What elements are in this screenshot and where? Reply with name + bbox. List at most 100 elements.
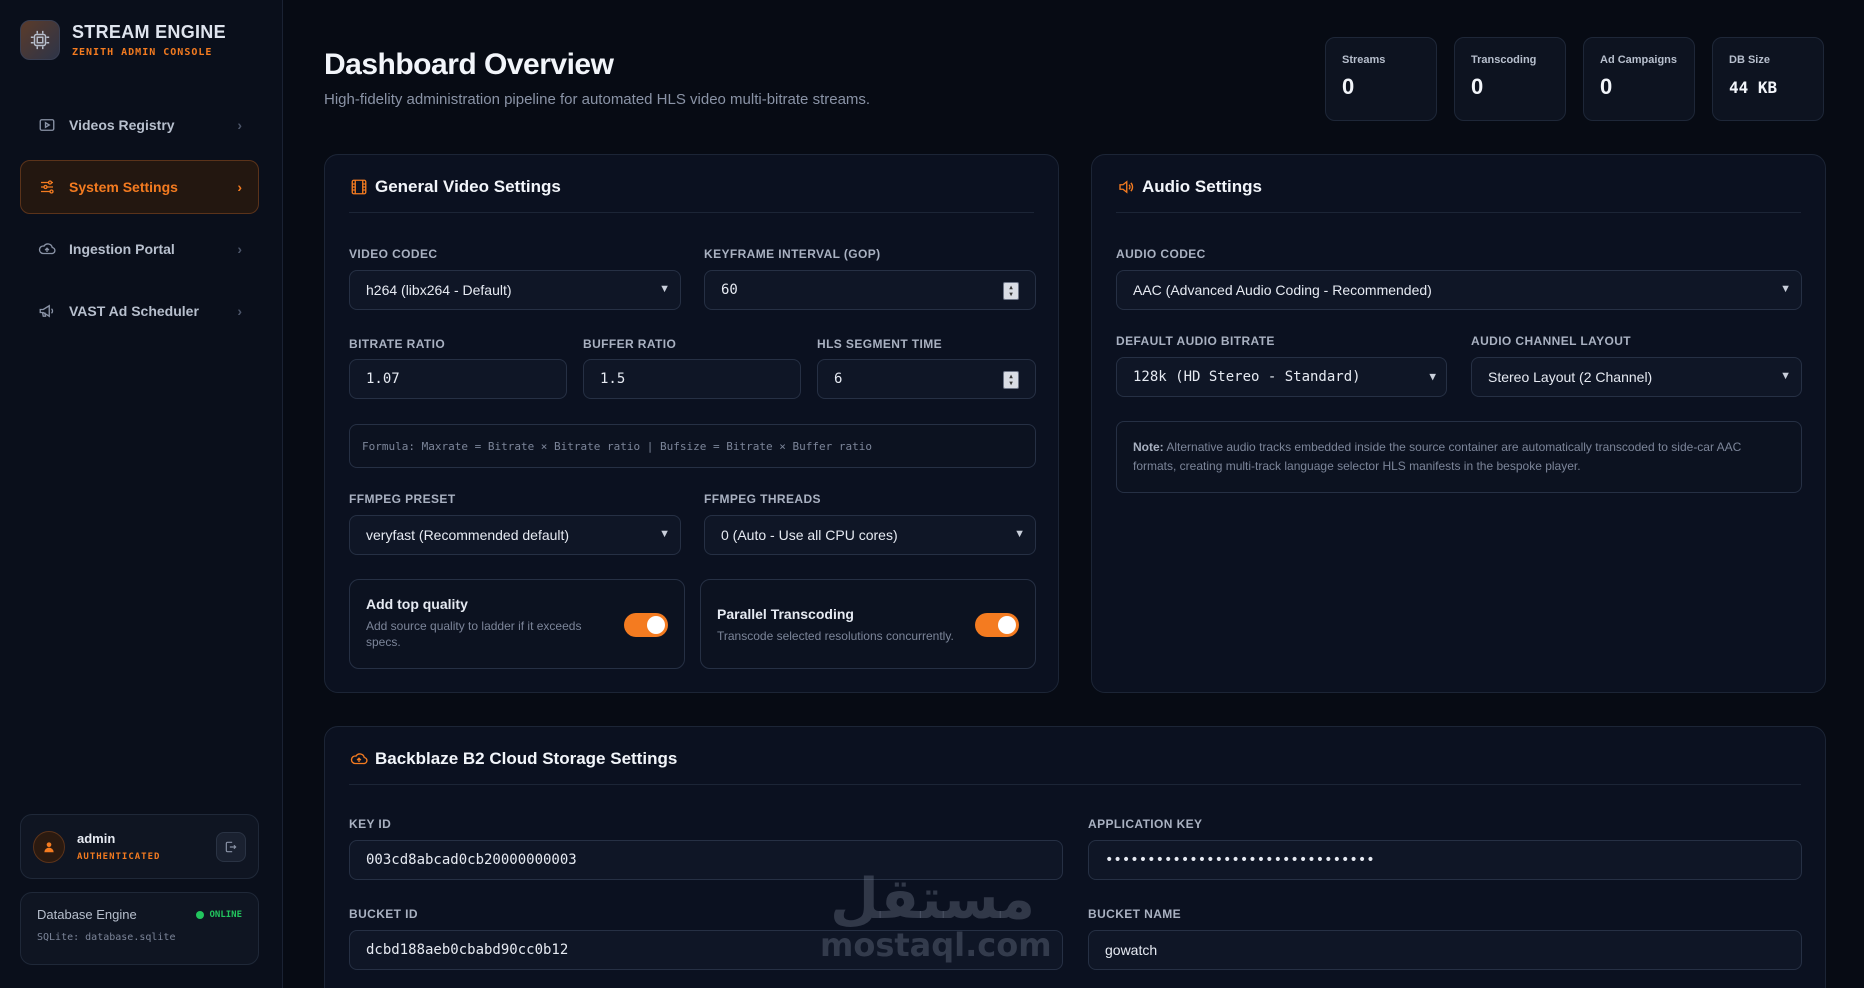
hls-segment-input[interactable]: 6 ▲ ▼ [817,359,1036,399]
input-value: dcbd188aeb0cbabd90cc0b12 [366,942,569,958]
input-value: 6 [834,371,843,387]
note-label: Note: [1133,440,1164,454]
audio-bitrate-select[interactable]: 128k (HD Stereo - Standard) ▼ [1116,357,1447,397]
parallel-transcoding-toggle[interactable] [975,613,1019,637]
select-value: Stereo Layout (2 Channel) [1488,369,1653,385]
chevron-down-icon: ▼ [1780,370,1791,382]
stat-ad-campaigns: Ad Campaigns 0 [1583,37,1695,121]
brand[interactable]: STREAM ENGINE ZENITH ADMIN CONSOLE [20,20,226,60]
sidebar-item-label: System Settings [69,179,178,195]
brand-subtitle: ZENITH ADMIN CONSOLE [72,47,213,58]
bitrate-ratio-label: BITRATE RATIO [349,337,446,351]
sidebar-item-label: Videos Registry [69,117,175,133]
ffmpeg-threads-select[interactable]: 0 (Auto - Use all CPU cores) ▼ [704,515,1036,555]
status-dot-icon [196,910,205,919]
key-id-input[interactable]: 003cd8abcad0cb20000000003 [349,840,1063,880]
select-value: veryfast (Recommended default) [366,527,570,543]
database-status: ONLINE [209,909,242,920]
speaker-icon [1116,177,1136,197]
page-title: Dashboard Overview [324,48,614,81]
key-id-label: KEY ID [349,817,392,831]
user-card: admin AUTHENTICATED [20,814,259,879]
stat-streams: Streams 0 [1325,37,1437,121]
number-stepper[interactable]: ▲ ▼ [1003,282,1019,300]
stat-label: DB Size [1729,54,1770,66]
sidebar-item-system-settings[interactable]: System Settings › [20,160,259,214]
sidebar-item-vast-ad-scheduler[interactable]: VAST Ad Scheduler › [20,284,259,338]
chevron-right-icon: › [237,303,242,319]
ffmpeg-preset-label: FFMPEG PRESET [349,492,456,506]
chevron-down-icon: ▼ [659,528,670,540]
bucket-name-label: BUCKET NAME [1088,907,1182,921]
stat-value: 0 [1471,74,1484,99]
input-value: 1.07 [366,371,400,387]
logout-button[interactable] [216,832,246,862]
chevron-right-icon: › [237,179,242,195]
select-value: 0 (Auto - Use all CPU cores) [721,527,898,543]
chevron-down-icon: ▼ [1014,528,1025,540]
number-stepper[interactable]: ▲ ▼ [1003,371,1019,389]
user-status: AUTHENTICATED [77,852,161,862]
page-subtitle: High-fidelity administration pipeline fo… [324,91,871,108]
database-status-card: Database Engine ONLINE SQLite: database.… [20,892,259,965]
sidebar-item-videos-registry[interactable]: Videos Registry › [20,98,259,152]
audio-codec-select[interactable]: AAC (Advanced Audio Coding - Recommended… [1116,270,1802,310]
film-icon [349,177,369,197]
chip-icon [20,20,60,60]
audio-layout-select[interactable]: Stereo Layout (2 Channel) ▼ [1471,357,1802,397]
toggle-knob [647,616,665,634]
chevron-down-icon: ▼ [1780,283,1791,295]
sidebar-item-label: VAST Ad Scheduler [69,303,199,319]
stat-label: Transcoding [1471,54,1537,66]
storage-settings-card: Backblaze B2 Cloud Storage Settings KEY … [324,726,1826,988]
toggle-description: Transcode selected resolutions concurren… [717,629,954,643]
ffmpeg-threads-label: FFMPEG THREADS [704,492,821,506]
chevron-right-icon: › [237,241,242,257]
bucket-id-label: BUCKET ID [349,907,418,921]
chevron-down-icon: ▼ [659,283,670,295]
sidebar-item-ingestion-portal[interactable]: Ingestion Portal › [20,222,259,276]
input-value: •••••••••••••••••••••••••••••••• [1105,852,1375,868]
audio-layout-label: AUDIO CHANNEL LAYOUT [1471,334,1632,348]
input-value: gowatch [1105,942,1158,958]
buffer-ratio-label: BUFFER RATIO [583,337,677,351]
card-title: Backblaze B2 Cloud Storage Settings [375,749,678,768]
user-name: admin [77,831,116,846]
video-settings-card: General Video Settings VIDEO CODEC h264 … [324,154,1059,693]
select-value: AAC (Advanced Audio Coding - Recommended… [1133,282,1432,298]
add-top-quality-toggle[interactable] [624,613,668,637]
audio-note: Note: Alternative audio tracks embedded … [1116,421,1802,493]
audio-codec-label: AUDIO CODEC [1116,247,1206,261]
bucket-id-input[interactable]: dcbd188aeb0cbabd90cc0b12 [349,930,1063,970]
input-value: 003cd8abcad0cb20000000003 [366,852,577,868]
stat-label: Streams [1342,54,1386,66]
add-top-quality-card: Add top quality Add source quality to la… [349,579,685,669]
sidebar-nav: Videos Registry › System Settings › Inge… [20,98,259,346]
database-status-badge: ONLINE [196,910,242,920]
gop-input[interactable]: 60 ▲ ▼ [704,270,1036,310]
audio-settings-card: Audio Settings AUDIO CODEC AAC (Advanced… [1091,154,1826,693]
stats-row: Streams 0 Transcoding 0 Ad Campaigns 0 D… [1325,37,1824,121]
database-title: Database Engine [37,907,137,922]
chevron-right-icon: › [237,117,242,133]
select-value: 128k (HD Stereo - Standard) [1133,369,1361,385]
application-key-label: APPLICATION KEY [1088,817,1203,831]
brand-title: STREAM ENGINE [72,22,226,42]
buffer-ratio-input[interactable]: 1.5 [583,359,801,399]
audio-bitrate-label: DEFAULT AUDIO BITRATE [1116,334,1275,348]
stat-db-size: DB Size 44 KB [1712,37,1824,121]
bitrate-ratio-input[interactable]: 1.07 [349,359,567,399]
toggle-knob [998,616,1016,634]
bucket-name-input[interactable]: gowatch [1088,930,1802,970]
card-title: Audio Settings [1142,177,1262,196]
formula-hint: Formula: Maxrate = Bitrate × Bitrate rat… [349,424,1036,468]
video-codec-select[interactable]: h264 (libx264 - Default) ▼ [349,270,681,310]
stat-value: 0 [1342,74,1355,99]
ffmpeg-preset-select[interactable]: veryfast (Recommended default) ▼ [349,515,681,555]
input-value: 60 [721,282,738,298]
application-key-input[interactable]: •••••••••••••••••••••••••••••••• [1088,840,1802,880]
input-value: 1.5 [600,371,626,387]
toggle-description: Add source quality to ladder if it excee… [366,619,582,649]
toggle-title: Parallel Transcoding [717,606,854,622]
cloud-upload-icon [37,239,57,259]
